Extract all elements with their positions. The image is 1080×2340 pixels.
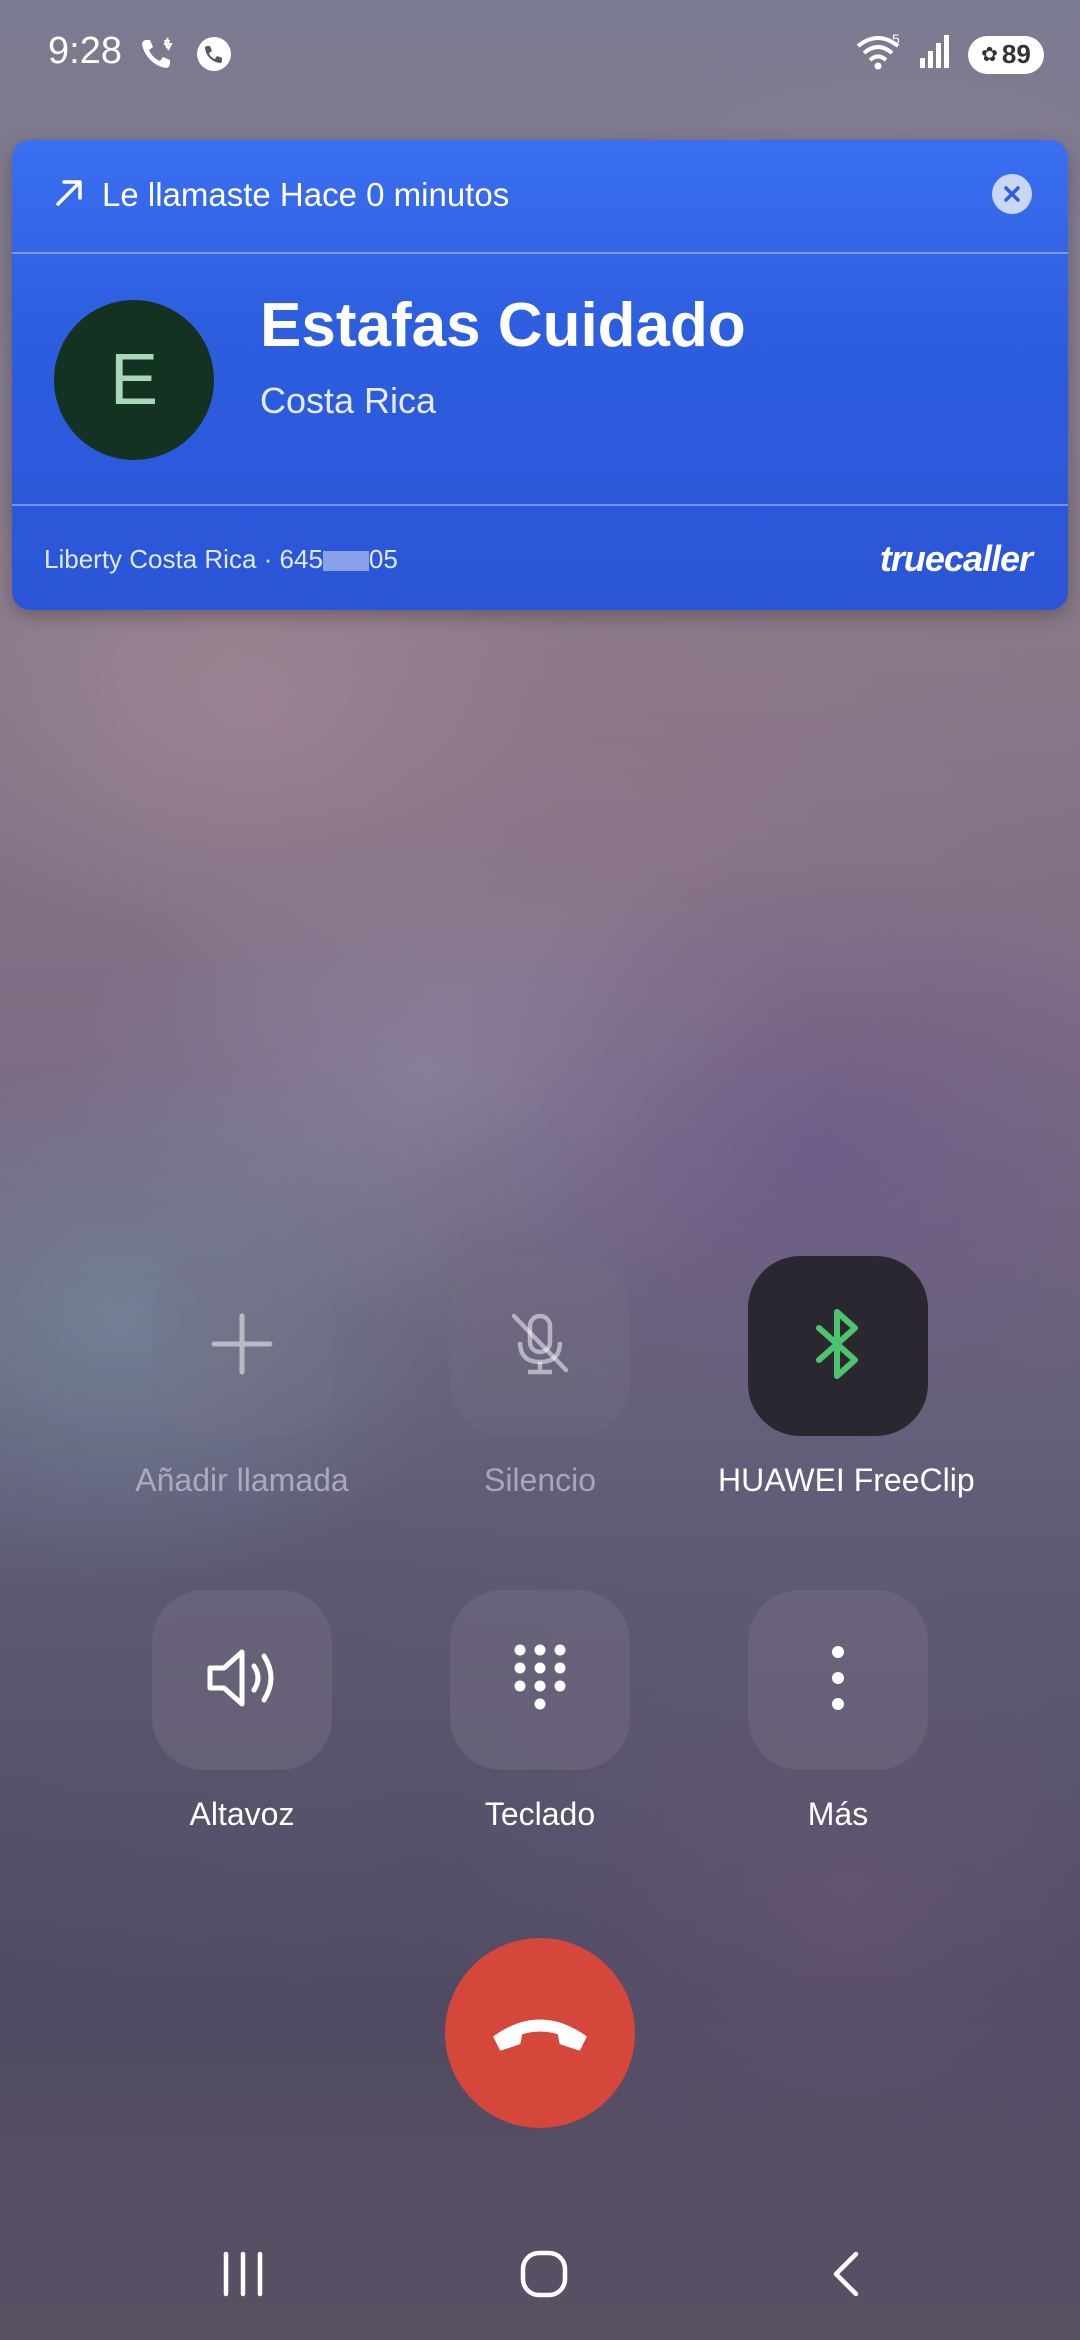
add-call-button[interactable]: Añadir llamada: [122, 1256, 362, 1499]
card-header: Le llamaste Hace 0 minutos: [12, 140, 1068, 252]
keypad-icon-wrap: [450, 1590, 630, 1770]
more-button[interactable]: Más: [718, 1590, 958, 1833]
end-call-button[interactable]: [445, 1938, 635, 2128]
home-icon[interactable]: [518, 2248, 570, 2305]
battery-indicator: ✿ 89: [968, 35, 1044, 74]
bluetooth-device-button[interactable]: HUAWEI FreeClip: [718, 1256, 975, 1499]
call-history-text: Le llamaste Hace 0 minutos: [102, 176, 510, 213]
keypad-button[interactable]: Teclado: [420, 1590, 660, 1833]
divider: [12, 504, 1068, 506]
recent-apps-icon[interactable]: [218, 2248, 268, 2305]
app-notification-icon: [194, 34, 234, 79]
svg-text:5: 5: [892, 32, 900, 47]
number-suffix: 05: [368, 544, 398, 574]
caller-region: Costa Rica: [260, 380, 437, 421]
add-call-icon-wrap: [152, 1256, 332, 1436]
caller-name: Estafas Cuidado: [260, 291, 746, 360]
mute-icon-wrap: [450, 1256, 630, 1436]
plus-icon: [206, 1308, 278, 1385]
more-vertical-icon: [828, 1638, 848, 1723]
redacted-digits: [322, 551, 369, 572]
outgoing-call-arrow-icon: [52, 174, 88, 215]
mute-button[interactable]: Silencio: [420, 1256, 660, 1499]
avatar: E: [54, 300, 214, 460]
wifi-icon: 5: [854, 31, 904, 77]
speaker-icon: [200, 1638, 284, 1723]
bluetooth-device-label: HUAWEI FreeClip: [718, 1462, 975, 1498]
battery-saver-icon: ✿: [981, 44, 998, 66]
status-time: 9:28: [48, 30, 122, 72]
caller-id-card[interactable]: Le llamaste Hace 0 minutos E Estafas Cui…: [12, 140, 1068, 610]
keypad-icon: [505, 1638, 575, 1723]
navigation-bar: [0, 2210, 1080, 2340]
battery-level: 89: [1001, 39, 1031, 69]
hang-up-icon: [485, 2001, 595, 2066]
carrier-number: Liberty Costa Rica · 645 05: [44, 544, 398, 575]
cell-signal-icon: [918, 32, 954, 77]
back-icon[interactable]: [826, 2248, 866, 2305]
more-icon-wrap: [748, 1590, 928, 1770]
status-bar: 9:28 5 ✿ 89: [0, 0, 1080, 110]
carrier-prefix: Liberty Costa Rica · 645: [44, 544, 323, 574]
truecaller-logo: truecaller: [879, 538, 1033, 579]
speaker-icon-wrap: [152, 1590, 332, 1770]
mic-off-icon: [500, 1304, 580, 1389]
divider: [12, 252, 1068, 254]
keypad-label: Teclado: [484, 1796, 596, 1832]
wifi-call-icon: [138, 34, 178, 79]
status-right-icons: 5 ✿ 89: [854, 31, 1044, 77]
mute-label: Silencio: [483, 1462, 597, 1498]
speaker-button[interactable]: Altavoz: [122, 1590, 362, 1833]
speaker-label: Altavoz: [189, 1796, 295, 1832]
close-icon[interactable]: [992, 174, 1032, 214]
add-call-label: Añadir llamada: [135, 1462, 349, 1498]
bluetooth-icon-wrap: [748, 1256, 928, 1436]
bluetooth-icon: [803, 1304, 873, 1389]
more-label: Más: [807, 1796, 869, 1832]
status-left-icons: [138, 34, 234, 79]
